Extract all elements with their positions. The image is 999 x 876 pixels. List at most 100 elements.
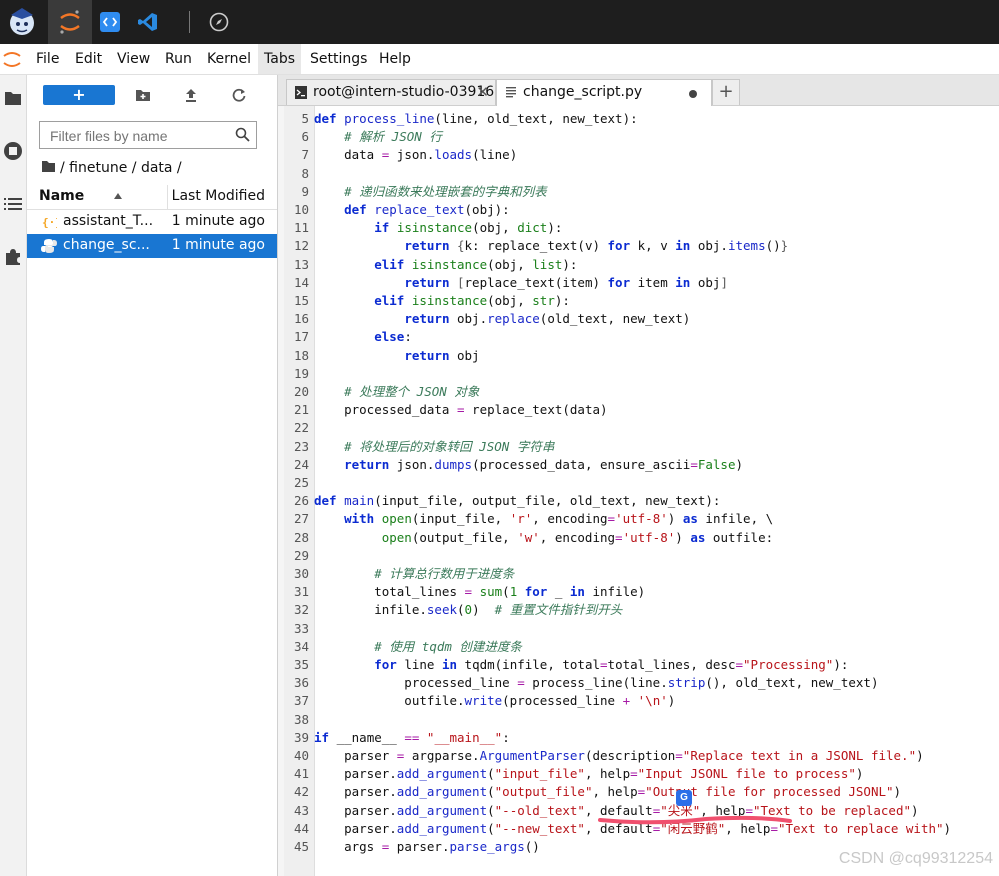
line-number: 30 xyxy=(293,566,309,581)
code-line[interactable]: 42 parser.add_argument("output_file", he… xyxy=(284,783,999,801)
running-kernels-icon[interactable] xyxy=(1,139,25,163)
code-line[interactable]: 39 if __name__ == "__main__": xyxy=(284,729,999,747)
column-name-header[interactable]: Name xyxy=(39,188,84,204)
code-line[interactable]: 20 # 处理整个 JSON 对象 xyxy=(284,383,999,401)
code-line[interactable]: 11 if isinstance(obj, dict): xyxy=(284,219,999,237)
line-number: 35 xyxy=(293,657,309,672)
line-number: 6 xyxy=(301,129,309,145)
filter-files-input[interactable] xyxy=(48,126,227,146)
code-editor[interactable]: 5 def process_line(line, old_text, new_te… xyxy=(284,106,999,876)
code-text: def process_line(line, old_text, new_tex… xyxy=(314,111,638,126)
code-line[interactable]: 27 with open(input_file, 'r', encoding='… xyxy=(284,510,999,528)
line-number: 26 xyxy=(293,493,309,509)
code-line[interactable]: 5 def process_line(line, old_text, new_te… xyxy=(284,110,999,128)
menu-run[interactable]: Run xyxy=(159,44,198,74)
editor-area: root@intern-studio-03916 ✕ change_script… xyxy=(278,75,999,876)
code-text: open(output_file, 'w', encoding='utf-8')… xyxy=(381,529,774,545)
code-line[interactable]: 36 processed_line = process_line(line.st… xyxy=(284,674,999,692)
code-line[interactable]: 14 return [replace_text(item) for item i… xyxy=(284,274,999,292)
code-text: # 处理整个 JSON 对象 xyxy=(344,384,480,399)
menu-help[interactable]: Help xyxy=(373,44,417,74)
code-text: return obj xyxy=(404,347,480,363)
intern-studio-logo-icon[interactable] xyxy=(0,0,44,44)
left-sidebar-strip xyxy=(0,75,27,876)
red-underline-annotation xyxy=(598,815,792,825)
tab-terminal[interactable]: root@intern-studio-03916 ✕ xyxy=(286,79,496,105)
extensions-puzzle-icon[interactable] xyxy=(1,245,25,269)
code-line[interactable]: 19 xyxy=(284,365,999,383)
code-line[interactable]: 38 xyxy=(284,711,999,729)
close-icon[interactable]: ✕ xyxy=(476,83,489,101)
code-line[interactable]: 6 # 解析 JSON 行 xyxy=(284,128,999,146)
code-line[interactable]: 13 elif isinstance(obj, list): xyxy=(284,256,999,274)
line-number: 16 xyxy=(293,311,309,327)
code-line[interactable]: 41 parser.add_argument("input_file", hel… xyxy=(284,765,999,783)
code-line[interactable]: 40 parser = argparse.ArgumentParser(desc… xyxy=(284,747,999,765)
code-line[interactable]: 34 # 使用 tqdm 创建进度条 xyxy=(284,638,999,656)
code-line[interactable]: 15 elif isinstance(obj, str): xyxy=(284,292,999,310)
upload-icon[interactable] xyxy=(179,85,203,105)
menu-file[interactable]: File xyxy=(30,44,65,74)
line-number: 20 xyxy=(293,384,309,399)
menu-tabs[interactable]: Tabs xyxy=(258,44,301,74)
menu-settings[interactable]: Settings xyxy=(304,44,373,74)
add-tab-button[interactable]: + xyxy=(712,79,740,105)
code-line[interactable]: 18 return obj xyxy=(284,347,999,365)
file-list-header: Name Last Modified xyxy=(27,185,277,210)
line-number: 44 xyxy=(293,820,309,836)
file-row-change-script[interactable]: change_sc... 1 minute ago xyxy=(27,234,277,258)
code-line[interactable]: 8 xyxy=(284,165,999,183)
new-launcher-button[interactable]: + xyxy=(43,85,115,105)
code-line[interactable]: 7 data = json.loads(line) xyxy=(284,146,999,164)
folder-icon[interactable] xyxy=(1,86,25,110)
code-line[interactable]: 37 outfile.write(processed_line + '\n') xyxy=(284,692,999,710)
code-line[interactable]: 29 xyxy=(284,547,999,565)
line-number: 10 xyxy=(293,202,309,217)
new-folder-icon[interactable] xyxy=(131,85,155,105)
code-line[interactable]: 9 # 递归函数来处理嵌套的字典和列表 xyxy=(284,183,999,201)
menu-kernel[interactable]: Kernel xyxy=(201,44,257,74)
code-line[interactable]: 28 open(output_file, 'w', encoding='utf-… xyxy=(284,529,999,547)
code-text: parser = argparse.ArgumentParser(descrip… xyxy=(314,748,924,763)
code-line[interactable]: 26 def main(input_file, output_file, old_… xyxy=(284,492,999,510)
code-text: return {k: replace_text(v) for k, v in o… xyxy=(404,238,789,254)
jupyter-app-icon[interactable] xyxy=(48,0,92,44)
code-line[interactable]: 30 # 计算总行数用于进度条 xyxy=(284,565,999,583)
refresh-icon[interactable] xyxy=(227,85,251,105)
breadcrumb-folder-icon[interactable] xyxy=(41,160,56,177)
unsaved-dot-icon[interactable] xyxy=(689,90,697,98)
code-line[interactable]: 33 xyxy=(284,620,999,638)
table-of-contents-icon[interactable] xyxy=(1,192,25,216)
code-line[interactable]: 23 # 将处理后的对象转回 JSON 字符串 xyxy=(284,438,999,456)
column-divider[interactable] xyxy=(167,185,168,209)
line-number: 28 xyxy=(293,529,309,545)
compass-app-icon[interactable] xyxy=(197,0,241,44)
code-line[interactable]: 25 xyxy=(284,474,999,492)
menu-edit[interactable]: Edit xyxy=(69,44,108,74)
code-line[interactable]: 12 return {k: replace_text(v) for k, v i… xyxy=(284,237,999,255)
file-modified: 1 minute ago xyxy=(171,213,265,229)
line-number: 5 xyxy=(301,111,309,126)
line-number: 45 xyxy=(293,839,309,854)
line-number: 9 xyxy=(301,183,309,199)
file-browser-panel: + / finetune / data / Name Last Modified… xyxy=(27,75,278,876)
search-icon xyxy=(235,127,250,146)
code-line[interactable]: 32 infile.seek(0) # 重置文件指针到开头 xyxy=(284,601,999,619)
vscode-app-icon[interactable] xyxy=(126,0,170,44)
code-text: with open(input_file, 'r', encoding='utf… xyxy=(344,511,774,527)
code-line[interactable]: 35 for line in tqdm(infile, total=total_… xyxy=(284,656,999,674)
code-line[interactable]: 21 processed_data = replace_text(data) xyxy=(284,401,999,419)
tab-change-script[interactable]: change_script.py xyxy=(496,79,712,106)
breadcrumb-path[interactable]: / finetune / data / xyxy=(60,160,182,176)
code-line[interactable]: 17 else: xyxy=(284,328,999,346)
code-line[interactable]: 24 return json.dumps(processed_data, ens… xyxy=(284,456,999,474)
column-modified-header[interactable]: Last Modified xyxy=(172,188,265,204)
code-line[interactable]: 31 total_lines = sum(1 for _ in infile) xyxy=(284,583,999,601)
file-row-assistant[interactable]: {·} assistant_T... 1 minute ago xyxy=(27,210,277,234)
code-text: def replace_text(obj): xyxy=(344,202,510,217)
menu-view[interactable]: View xyxy=(111,44,156,74)
code-line[interactable]: 16 return obj.replace(old_text, new_text… xyxy=(284,310,999,328)
code-line[interactable]: 22 xyxy=(284,419,999,437)
svg-text:{·}: {·} xyxy=(42,216,57,229)
code-line[interactable]: 10 def replace_text(obj): xyxy=(284,201,999,219)
